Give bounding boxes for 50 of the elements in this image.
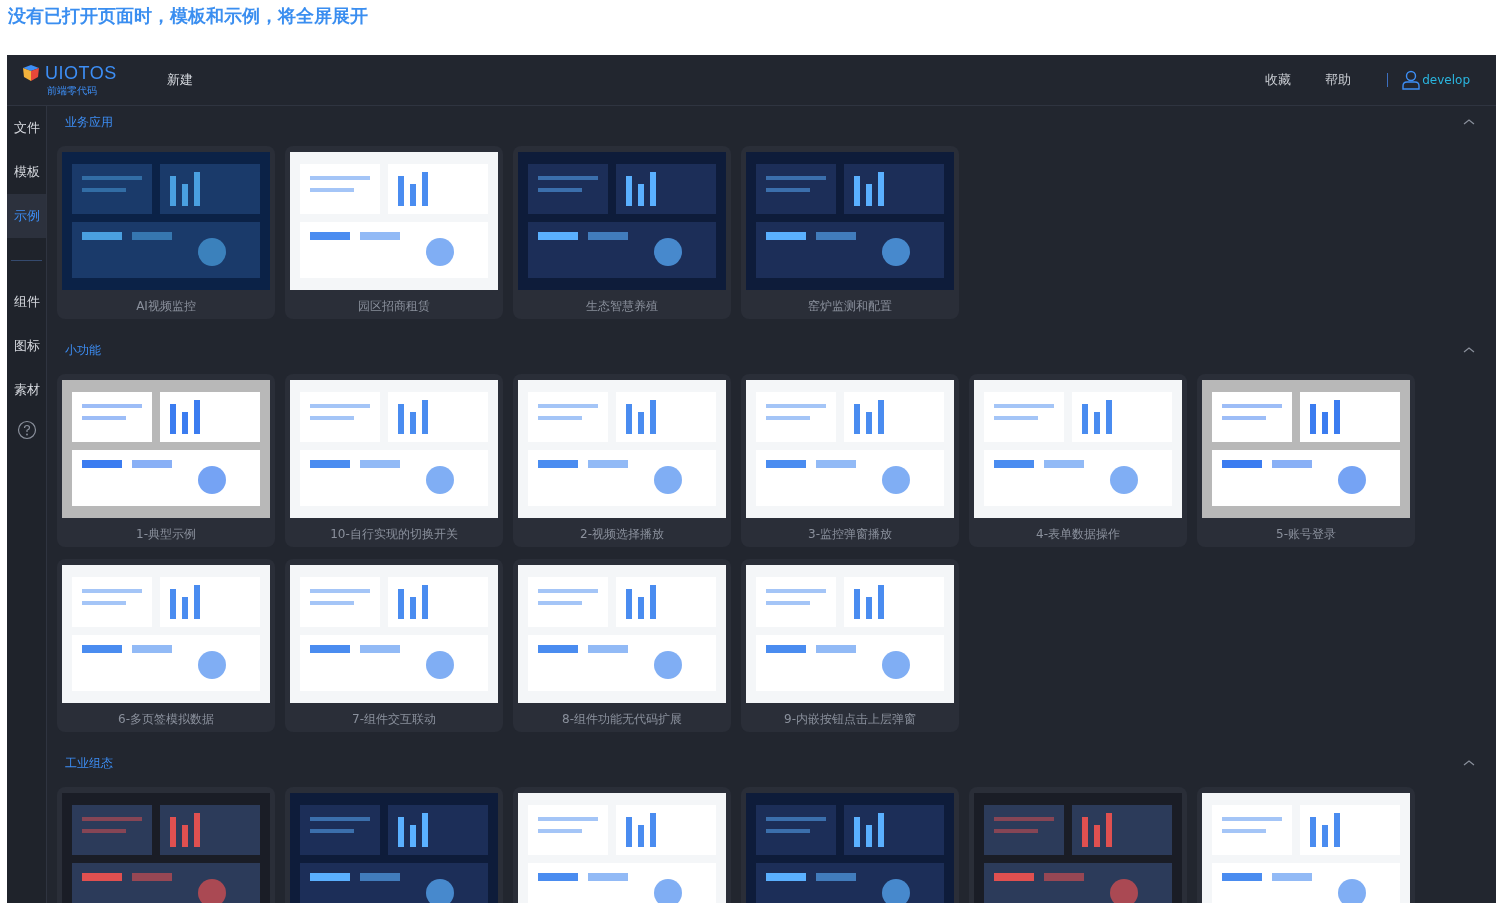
card-label: 窑炉监测和配置 [808,298,892,315]
template-card[interactable]: 2-视频选择播放 [513,374,731,547]
card-label: 1-典型示例 [136,526,196,543]
card-label: AI视频监控 [136,298,196,315]
sidebar-item[interactable]: 素材 [7,368,46,412]
template-card[interactable]: 8-组件功能无代码扩展 [513,559,731,732]
help-icon[interactable] [16,420,37,440]
menu-item[interactable]: 新建 [161,67,199,93]
template-card[interactable]: 7-组件交互联动 [285,559,503,732]
template-card[interactable]: 窑炉监测和配置 [741,146,959,319]
template-card[interactable]: AI视频监控 [57,146,275,319]
card-label: 7-组件交互联动 [352,711,436,728]
card-label: 3-监控弹窗播放 [808,526,892,543]
sidebar-item[interactable]: 文件 [7,106,46,150]
card-label: 2-视频选择播放 [580,526,664,543]
card-label: 8-组件功能无代码扩展 [562,711,682,728]
chevron-up-icon[interactable] [1462,345,1476,355]
sidebar-item[interactable]: 图标 [7,324,46,368]
section-title: 业务应用 [65,113,113,131]
cube-logo-icon [21,63,41,83]
page-heading: 没有已打开页面时，模板和示例，将全屏展开 [7,4,369,28]
template-card[interactable]: 生态智慧养殖 [513,146,731,319]
section-title: 工业组态 [65,754,113,772]
template-card[interactable]: 6-多页签模拟数据 [57,559,275,732]
sidebar-item[interactable]: 示例 [7,194,46,238]
card-label: 5-账号登录 [1276,526,1336,543]
card-label: 生态智慧养殖 [586,298,658,315]
template-card[interactable]: 9-内嵌按钮点击上层弹窗 [741,559,959,732]
card-label: 园区招商租赁 [358,298,430,315]
user-menu[interactable]: develop [1400,68,1472,92]
card-label: 10-自行实现的切换开关 [330,526,458,543]
user-icon [1402,70,1421,90]
chevron-up-icon[interactable] [1462,758,1476,768]
template-card[interactable]: 5-账号登录 [1197,374,1415,547]
logo-name: UIOTOS [45,62,117,84]
template-card[interactable]: 1-典型示例 [57,374,275,547]
sidebar-item[interactable]: 组件 [7,280,46,324]
card-label: 6-多页签模拟数据 [118,711,214,728]
template-card[interactable]: 4-表单数据操作 [969,374,1187,547]
card-label: 9-内嵌按钮点击上层弹窗 [784,711,916,728]
chevron-up-icon[interactable] [1462,117,1476,127]
card-label: 4-表单数据操作 [1036,526,1120,543]
logo-tagline: 前端零代码 [47,83,97,98]
template-card[interactable]: 3-监控弹窗播放 [741,374,959,547]
header-link[interactable]: 收藏 [1259,67,1298,93]
header-link[interactable]: 帮助 [1319,67,1358,93]
section-title: 小功能 [65,341,101,359]
template-card[interactable]: 园区招商租赁 [285,146,503,319]
template-card[interactable]: 10-自行实现的切换开关 [285,374,503,547]
sidebar-item[interactable]: 模板 [7,150,46,194]
